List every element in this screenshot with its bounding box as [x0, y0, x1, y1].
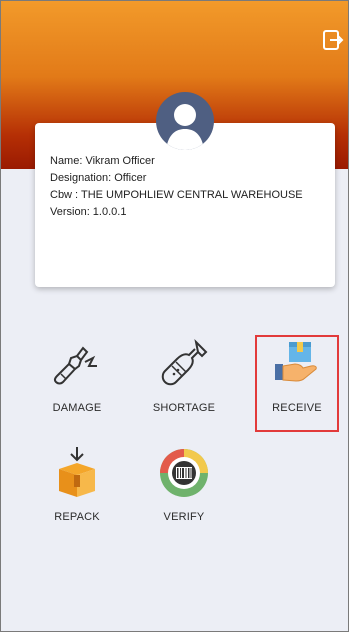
profile-info: Name: Vikram Officer Designation: Office…: [50, 153, 303, 221]
profile-name: Name: Vikram Officer: [50, 155, 155, 167]
action-damage[interactable]: DAMAGE: [37, 336, 117, 414]
broken-bottle-icon: [53, 346, 97, 385]
profile-designation: Designation: Officer: [50, 172, 147, 184]
action-damage-label: DAMAGE: [52, 402, 102, 414]
app-screen: Name: Vikram Officer Designation: Office…: [0, 0, 349, 632]
box-down-arrow-icon: [59, 447, 95, 497]
action-shortage[interactable]: SHORTAGE: [144, 336, 224, 414]
profile-cbw: Cbw : THE UMPOHLIEW CENTRAL WAREHOUSE: [50, 189, 303, 201]
action-shortage-label: SHORTAGE: [152, 402, 216, 414]
action-verify-label: VERIFY: [163, 511, 205, 523]
barcode-badge-icon: [160, 449, 208, 497]
action-verify[interactable]: VERIFY: [144, 445, 224, 523]
action-repack[interactable]: REPACK: [37, 445, 117, 523]
bottle-icon: [161, 338, 208, 386]
action-repack-label: REPACK: [54, 511, 100, 523]
receive-highlight-box: [255, 335, 339, 432]
logout-icon[interactable]: [322, 29, 344, 51]
user-avatar-icon: [156, 92, 214, 150]
profile-version: Version: 1.0.0.1: [50, 206, 127, 218]
